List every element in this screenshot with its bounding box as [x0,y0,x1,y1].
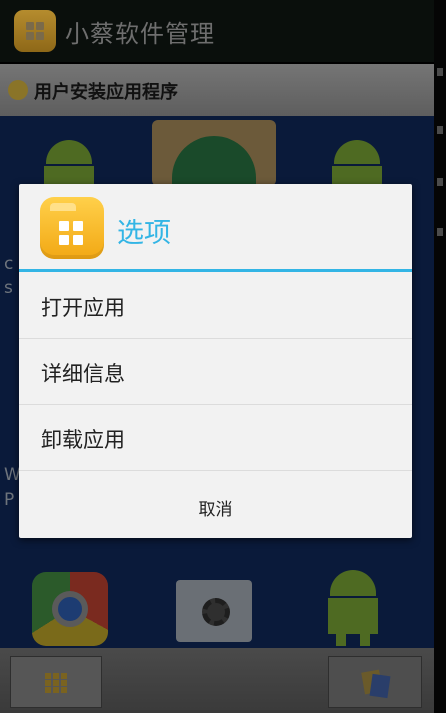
section-header: 用户安装应用程序 [0,64,434,116]
menu-item-uninstall[interactable]: 卸载应用 [19,405,412,471]
menu-item-label: 详细信息 [41,362,125,386]
app-title-bar: 小蔡软件管理 [0,0,434,62]
dialog-title: 选项 [117,218,171,249]
bottom-toolbar [0,648,434,713]
app-label-fragment: P [4,490,15,510]
app-title: 小蔡软件管理 [65,20,215,48]
side-scroll-strip [434,0,446,713]
cancel-label: 取消 [198,500,233,520]
folder-apps-icon [40,197,104,259]
dialog-title-divider [19,269,412,272]
cancel-button[interactable]: 取消 [19,472,412,538]
dialog-header: 选项 [19,184,412,270]
grid-view-button[interactable] [10,656,102,708]
section-icon [8,80,28,100]
settings-folder-app-icon[interactable] [176,580,252,642]
menu-item-details[interactable]: 详细信息 [19,339,412,405]
selected-app-icon[interactable] [152,120,276,186]
menu-item-label: 卸载应用 [41,428,125,452]
options-dialog: 选项 打开应用 详细信息 卸载应用 取消 [19,184,412,538]
android-app-icon[interactable] [322,566,384,646]
android-app-icon[interactable] [38,138,100,188]
menu-item-open-app[interactable]: 打开应用 [19,273,412,339]
app-logo-icon [14,10,56,52]
menu-item-label: 打开应用 [41,296,125,320]
grid-icon [45,673,67,693]
photos-button[interactable] [328,656,422,708]
section-title: 用户安装应用程序 [34,82,178,103]
chrome-app-icon[interactable] [32,572,108,646]
app-label-fragment: s [4,278,13,298]
android-app-icon[interactable] [326,138,388,188]
app-label-fragment: c [4,254,14,274]
